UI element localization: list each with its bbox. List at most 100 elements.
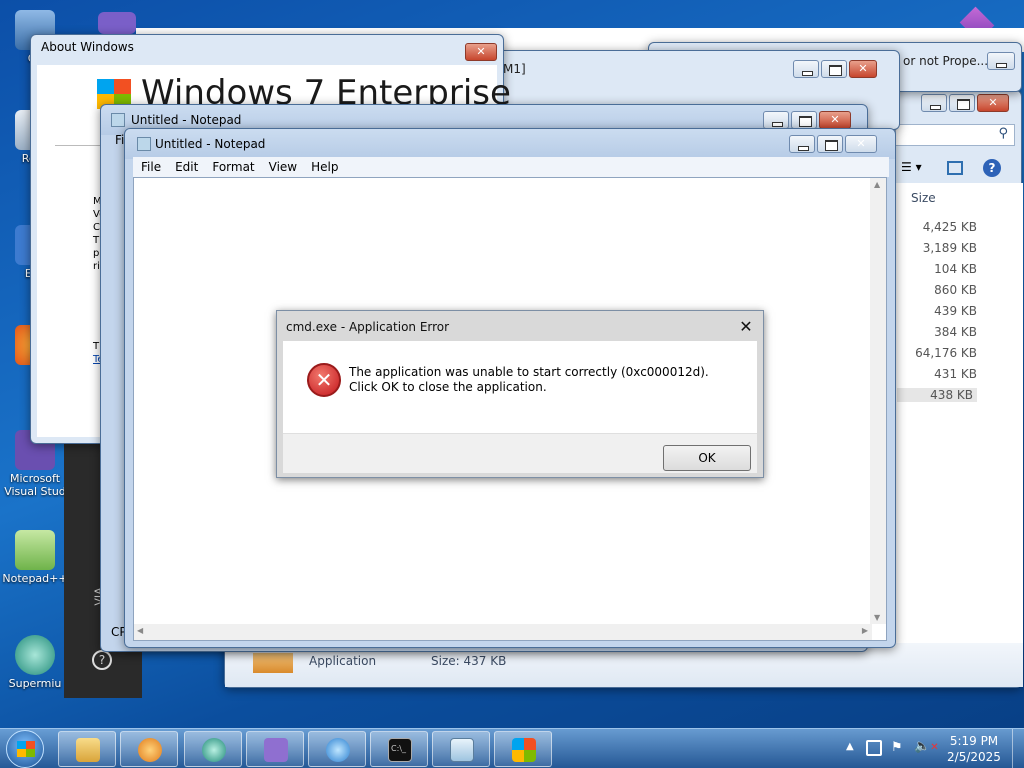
about-windows-title: About Windows	[41, 40, 134, 54]
details-type: Application	[309, 654, 377, 668]
ok-button[interactable]: OK	[663, 445, 751, 471]
explorer-toolbar: ☰ ▾ ?	[895, 155, 1015, 183]
error-icon: ✕	[307, 363, 341, 397]
menu-file[interactable]: Fi	[115, 133, 124, 147]
vertical-scrollbar[interactable]: ▲ ▼	[870, 178, 886, 624]
taskbar-supermium[interactable]	[184, 731, 242, 767]
view-options-icon[interactable]: ☰ ▾	[901, 160, 922, 174]
file-size-cell: 3,189 KB	[922, 241, 977, 255]
dialog-title: cmd.exe - Application Error	[286, 320, 450, 334]
notepad-icon	[111, 113, 125, 127]
network-icon[interactable]	[866, 740, 882, 756]
file-size-cell: 431 KB	[934, 367, 977, 381]
application-error-dialog: cmd.exe - Application Error ✕ ✕ The appl…	[276, 310, 764, 478]
maximize-button[interactable]	[791, 111, 817, 129]
taskbar-windows[interactable]	[494, 731, 552, 767]
app-icon-top	[98, 12, 136, 34]
notepad-icon	[137, 137, 151, 151]
window-controls	[919, 94, 1009, 112]
file-size-cell: 64,176 KB	[915, 346, 977, 360]
show-desktop-button[interactable]	[1012, 729, 1024, 768]
file-size-cell: 384 KB	[934, 325, 977, 339]
properties-window-title: or not Prope...	[903, 54, 989, 68]
dialog-close-button[interactable]: ✕	[735, 317, 757, 337]
menu-view[interactable]: View	[269, 157, 297, 177]
taskbar-app[interactable]	[246, 731, 304, 767]
file-size-cell: 860 KB	[934, 283, 977, 297]
application-package-icon	[253, 653, 293, 673]
supermium-icon	[202, 738, 226, 762]
notepad-back-title: Untitled - Notepad	[131, 113, 242, 127]
horizontal-scrollbar[interactable]: ◀ ▶	[134, 624, 872, 640]
menu-edit[interactable]: Edit	[175, 157, 198, 177]
window-controls	[761, 111, 851, 129]
menu-format[interactable]: Format	[212, 157, 254, 177]
taskbar-file-explorer[interactable]	[58, 731, 116, 767]
clock-date: 2/5/2025	[947, 750, 1001, 764]
dialog-body: ✕ The application was unable to start co…	[283, 341, 757, 473]
window-controls	[985, 52, 1015, 70]
desktop-icon-label: Supermiu	[8, 677, 62, 690]
supermium-icon	[15, 635, 55, 675]
maximize-button[interactable]	[949, 94, 975, 112]
help-circle-icon[interactable]: ?	[92, 650, 112, 670]
window-controls	[463, 43, 497, 61]
minimize-button[interactable]	[763, 111, 789, 129]
maximize-button[interactable]	[821, 60, 847, 78]
taskbar-media-player[interactable]	[120, 731, 178, 767]
taskbar: C:\_ ▲ ⚑ 🔈✕ 5:19 PM 2/5/2025	[0, 728, 1024, 768]
scroll-left-arrow[interactable]: ◀	[137, 626, 143, 635]
column-header-size[interactable]: Size	[911, 191, 936, 205]
desktop-icon-label: Notepad++	[2, 572, 68, 585]
close-button[interactable]	[819, 111, 851, 129]
notepad-icon	[450, 738, 474, 762]
close-button[interactable]	[465, 43, 497, 61]
menu-bar: File Edit Format View Help	[133, 157, 889, 177]
taskbar-search-app[interactable]	[308, 731, 366, 767]
scroll-down-arrow[interactable]: ▼	[874, 613, 880, 622]
file-size-cell: 438 KB	[897, 388, 977, 402]
minimize-button[interactable]	[789, 135, 815, 153]
scroll-up-arrow[interactable]: ▲	[874, 180, 880, 189]
clock[interactable]: 5:19 PM 2/5/2025	[942, 733, 1006, 765]
windows-flag-icon	[17, 741, 35, 757]
notepad-title: Untitled - Notepad	[155, 137, 266, 151]
desktop-icon-label: Microsoft Visual Stud	[4, 472, 66, 498]
desktop-icon-notepad-plus-plus[interactable]: Notepad++	[0, 530, 70, 585]
windows-icon	[512, 738, 536, 762]
error-message: The application was unable to start corr…	[349, 365, 709, 394]
minimize-button[interactable]	[793, 60, 819, 78]
minimize-button[interactable]	[921, 94, 947, 112]
menu-file[interactable]: File	[141, 157, 161, 177]
show-hidden-icons[interactable]: ▲	[846, 741, 854, 752]
dialog-footer: OK	[283, 433, 757, 473]
app-icon	[264, 738, 288, 762]
action-center-icon[interactable]: ⚑	[891, 740, 903, 755]
details-size: Size: 437 KB	[431, 654, 507, 668]
close-button[interactable]	[845, 135, 877, 153]
volume-muted-icon[interactable]: 🔈✕	[914, 739, 939, 754]
desktop-icon-supermium[interactable]: Supermiu	[0, 635, 70, 690]
search-icon: ⚲	[998, 126, 1008, 141]
preview-pane-icon[interactable]	[947, 161, 963, 175]
search-app-icon	[326, 738, 350, 762]
explorer-search-box[interactable]: ⚲	[895, 124, 1015, 146]
file-size-cell: 4,425 KB	[922, 220, 977, 234]
help-icon[interactable]: ?	[983, 159, 1001, 177]
file-size-cell: 104 KB	[934, 262, 977, 276]
close-button[interactable]	[977, 94, 1009, 112]
close-button[interactable]	[987, 52, 1015, 70]
media-player-icon	[138, 738, 162, 762]
close-button[interactable]	[849, 60, 877, 78]
start-button[interactable]	[6, 730, 44, 768]
notepad-plus-plus-icon	[15, 530, 55, 570]
maximize-button[interactable]	[817, 135, 843, 153]
taskbar-notepad[interactable]	[432, 731, 490, 767]
cmd-icon: C:\_	[388, 738, 412, 762]
taskbar-cmd[interactable]: C:\_	[370, 731, 428, 767]
scroll-right-arrow[interactable]: ▶	[862, 626, 868, 635]
menu-help[interactable]: Help	[311, 157, 338, 177]
file-size-cell: 439 KB	[934, 304, 977, 318]
window-controls	[787, 135, 877, 153]
window-controls	[791, 60, 877, 78]
